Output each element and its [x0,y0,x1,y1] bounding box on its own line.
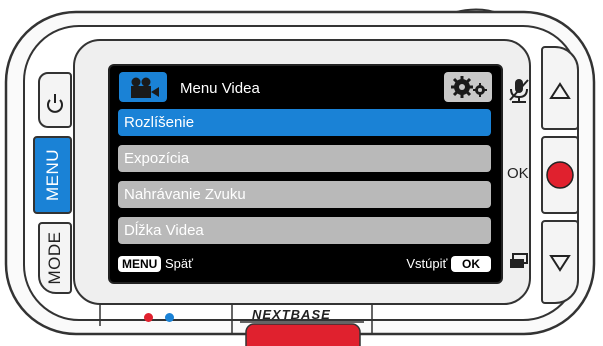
record-icon [546,161,574,189]
gears-icon[interactable] [444,72,492,102]
red-led [144,313,153,322]
mic-muted-icon [509,79,529,103]
power-button[interactable] [38,72,72,128]
power-icon [47,94,63,113]
enter-label: Vstúpiť [406,256,448,271]
arrow-down-icon [549,255,571,272]
footer-enter[interactable]: Vstúpiť OK [406,256,491,272]
down-button[interactable] [541,220,579,304]
menu-item-audio-recording[interactable]: Nahrávanie Zvuku [118,181,491,208]
up-button[interactable] [541,46,579,130]
record-button[interactable] [541,136,579,214]
screen-toggle-icon [510,253,528,268]
blue-led [165,313,174,322]
menu-item-exposure[interactable]: Expozícia [118,145,491,172]
arrow-up-icon [549,82,571,99]
ok-key-badge: OK [451,256,491,272]
menu-item-video-length[interactable]: Dĺžka Videa [118,217,491,244]
bottom-red-button [245,323,361,346]
back-label: Späť [164,256,193,271]
menu-item-resolution[interactable]: Rozlíšenie [118,109,491,136]
brand-logo: NEXTBASE [252,307,331,322]
ok-label: OK [507,165,529,182]
menu-button[interactable]: MENU [33,136,72,214]
video-camera-icon [119,72,167,102]
menu-title: Menu Videa [180,80,260,97]
lcd-screen: Menu Videa Rozlíšenie Expozícia Nahrávan… [108,64,503,284]
footer-back[interactable]: MENU Späť [118,256,193,272]
menu-key-badge: MENU [118,256,162,272]
mode-button-label: MODE [45,231,64,285]
mode-button[interactable]: MODE [38,222,72,294]
menu-button-label: MENU [42,148,62,202]
